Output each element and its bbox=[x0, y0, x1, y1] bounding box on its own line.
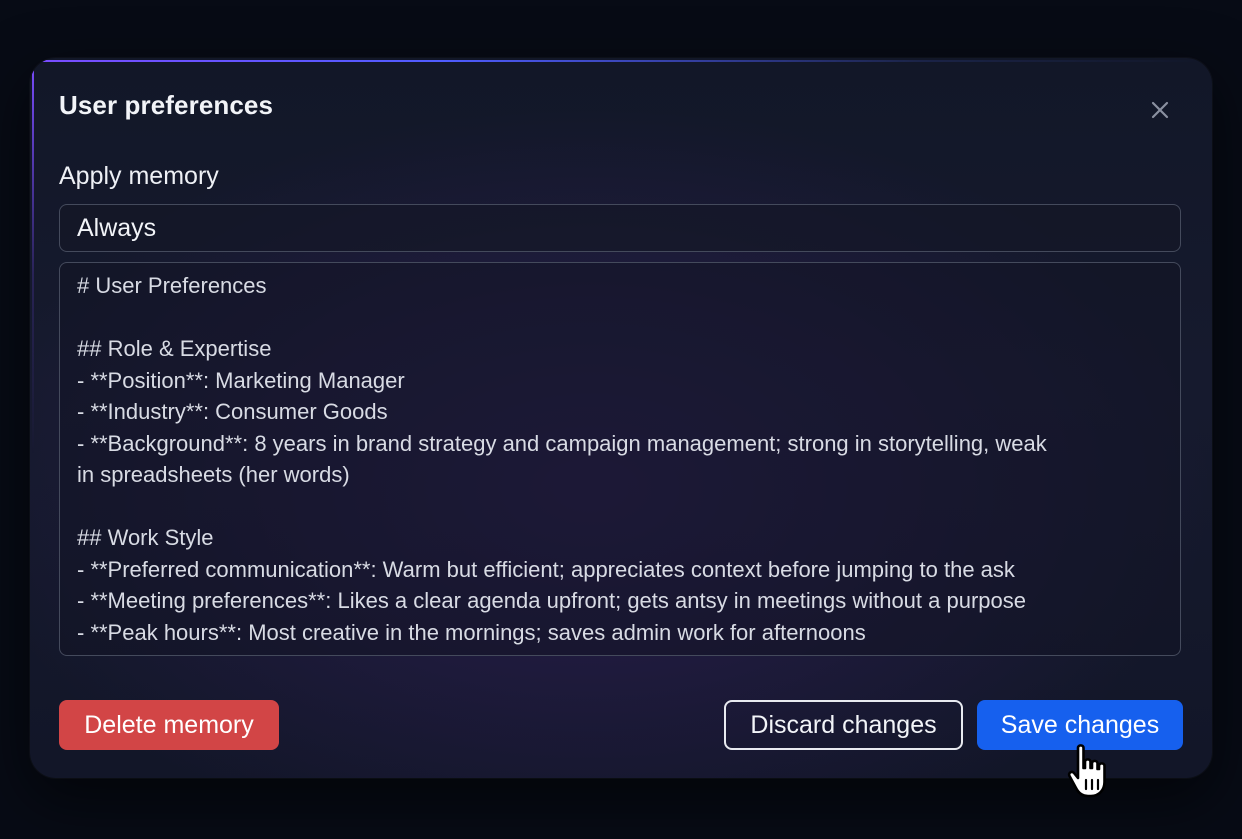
memory-line bbox=[77, 491, 1163, 523]
user-preferences-dialog: User preferences Apply memory Always # U… bbox=[30, 58, 1212, 778]
apply-memory-select[interactable]: Always bbox=[59, 204, 1181, 252]
dialog-title: User preferences bbox=[59, 90, 274, 120]
delete-memory-button[interactable]: Delete memory bbox=[59, 700, 279, 750]
close-button[interactable] bbox=[1146, 96, 1174, 124]
memory-line: - **Background**: 8 years in brand strat… bbox=[77, 430, 1047, 456]
memory-line: - **Preferred communication**: Warm but … bbox=[77, 556, 1015, 582]
memory-line: - **Industry**: Consumer Goods bbox=[77, 399, 388, 424]
memory-line: # User Preferences bbox=[77, 273, 267, 298]
memory-line: in spreadsheets (her words) bbox=[77, 462, 350, 487]
apply-memory-value: Always bbox=[77, 213, 157, 242]
memory-line: ## Work Style bbox=[77, 525, 214, 550]
memory-line bbox=[77, 302, 1163, 334]
memory-line: ## Role & Expertise bbox=[77, 336, 272, 361]
hand-pointer-icon bbox=[1067, 744, 1106, 798]
screen-background: User preferences Apply memory Always # U… bbox=[0, 0, 1242, 839]
memory-line: - **Meeting preferences**: Likes a clear… bbox=[77, 588, 1026, 613]
close-icon bbox=[1151, 101, 1169, 119]
memory-line: - **Position**: Marketing Manager bbox=[77, 367, 405, 393]
discard-changes-button[interactable]: Discard changes bbox=[724, 700, 963, 750]
apply-memory-label: Apply memory bbox=[59, 162, 219, 190]
memory-line: - **Peak hours**: Most creative in the m… bbox=[77, 619, 866, 645]
memory-text-editor[interactable]: # User Preferences ## Role & Expertise -… bbox=[59, 262, 1181, 656]
